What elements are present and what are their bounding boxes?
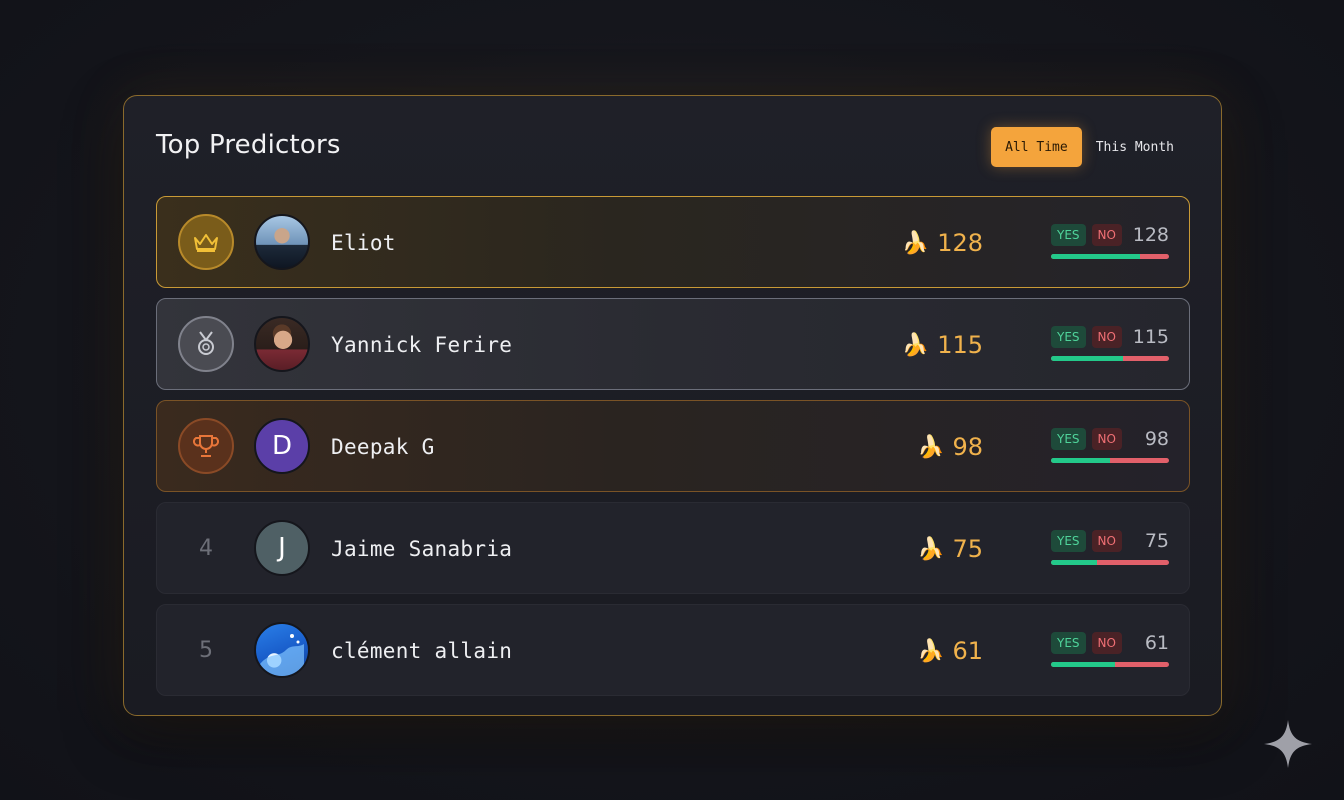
leaderboard-row-5[interactable]: 5 clément allain 🍌 61 YES NO 61 [156,604,1190,696]
avatar [254,316,310,372]
vote-summary: YES NO 75 [1051,530,1169,565]
vote-count: 128 [1132,224,1169,246]
vote-ratio-fill [1051,356,1123,361]
vote-summary: YES NO 115 [1051,326,1169,361]
vote-count: 115 [1132,326,1169,348]
banana-icon: 🍌 [917,536,945,562]
score-value: 98 [952,433,983,461]
score-value: 75 [952,535,983,563]
banana-score: 🍌 75 [917,503,983,595]
vote-ratio-fill [1051,662,1115,667]
banana-score: 🍌 115 [902,299,983,391]
leaderboard-row-1[interactable]: Eliot 🍌 128 YES NO 128 [156,196,1190,288]
banana-score: 🍌 61 [917,605,983,697]
vote-ratio-fill [1051,254,1140,259]
score-value: 115 [937,331,983,359]
no-badge: NO [1091,632,1122,654]
banana-icon: 🍌 [917,638,945,664]
yes-badge: YES [1051,224,1086,246]
banana-icon: 🍌 [917,434,945,460]
vote-count: 75 [1144,530,1169,552]
avatar: J [254,520,310,576]
vote-ratio-fill [1051,560,1098,565]
vote-ratio-bar [1051,458,1169,463]
crown-icon [178,214,234,270]
rank-number: 5 [199,637,213,663]
yes-badge: YES [1051,632,1086,654]
no-badge: NO [1091,530,1122,552]
all-time-button[interactable]: All Time [991,127,1082,167]
vote-summary: YES NO 98 [1051,428,1169,463]
no-badge: NO [1091,224,1122,246]
vote-ratio-bar [1051,356,1169,361]
no-badge: NO [1091,326,1122,348]
leaderboard-row-3[interactable]: D Deepak G 🍌 98 YES NO 98 [156,400,1190,492]
medal-icon [178,316,234,372]
vote-ratio-bar [1051,254,1169,259]
score-value: 61 [952,637,983,665]
time-filter: All Time This Month [991,127,1188,167]
yes-badge: YES [1051,326,1086,348]
yes-badge: YES [1051,530,1086,552]
banana-icon: 🍌 [901,230,930,256]
leaderboard-row-2[interactable]: Yannick Ferire 🍌 115 YES NO 115 [156,298,1190,390]
player-name: Jaime Sanabria [331,537,513,561]
player-name: Deepak G [331,435,435,459]
score-value: 128 [937,229,983,257]
vote-ratio-bar [1051,560,1169,565]
vote-count: 61 [1144,632,1169,654]
banana-icon: 🍌 [901,332,930,358]
banana-score: 🍌 98 [917,401,983,493]
rank-number: 4 [199,535,213,561]
avatar [254,214,310,270]
player-name: clément allain [331,639,513,663]
leaderboard-card: Top Predictors All Time This Month Eliot… [123,95,1222,716]
vote-ratio-bar [1051,662,1169,667]
leaderboard-row-4[interactable]: 4 J Jaime Sanabria 🍌 75 YES NO 75 [156,502,1190,594]
no-badge: NO [1091,428,1122,450]
avatar: D [254,418,310,474]
this-month-button[interactable]: This Month [1082,127,1188,167]
player-name: Eliot [331,231,396,255]
vote-summary: YES NO 128 [1051,224,1169,259]
trophy-icon [178,418,234,474]
avatar [254,622,310,678]
sparkle-icon [1264,720,1312,768]
vote-count: 98 [1144,428,1169,450]
yes-badge: YES [1051,428,1086,450]
page-title: Top Predictors [156,130,341,160]
vote-summary: YES NO 61 [1051,632,1169,667]
vote-ratio-fill [1051,458,1110,463]
banana-score: 🍌 128 [902,197,983,289]
player-name: Yannick Ferire [331,333,513,357]
